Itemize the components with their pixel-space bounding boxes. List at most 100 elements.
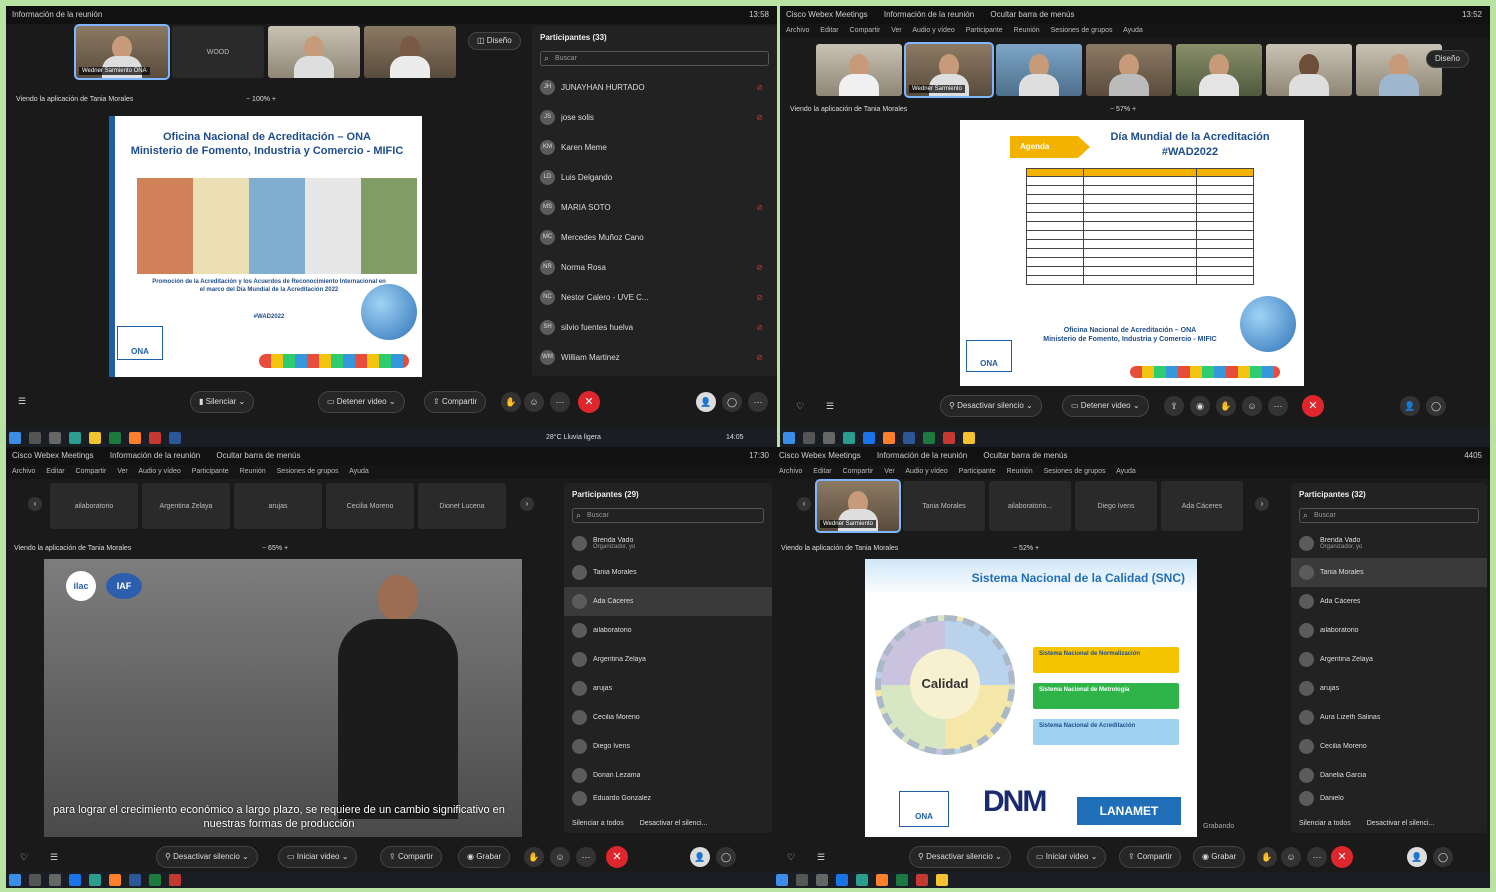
mute-button[interactable]: ▮ Silenciar ⌄ <box>190 391 255 413</box>
share-button[interactable]: ⇪ Compartir <box>380 846 443 868</box>
participant-row[interactable]: Diego Ivens <box>564 732 772 761</box>
mute-all-button[interactable]: Silenciar a todos <box>1299 820 1351 827</box>
reactions-icon[interactable]: ☺ <box>550 847 570 867</box>
menu-ayuda[interactable]: Ayuda <box>1116 468 1136 475</box>
zoom-control[interactable]: − 52% + <box>1013 545 1039 552</box>
edge-icon[interactable] <box>88 874 101 886</box>
participant-row[interactable]: Ada Cáceres <box>1291 587 1487 616</box>
record-button[interactable]: ◉ Grabar <box>1193 846 1246 868</box>
zoom-in-icon[interactable]: + <box>1033 545 1039 552</box>
menu-audio-video[interactable]: Audio y vídeo <box>138 468 180 475</box>
menu-reunion[interactable]: Reunión <box>1007 468 1033 475</box>
webex-icon[interactable] <box>108 874 121 886</box>
design-button[interactable]: ◫ Diseño <box>468 32 521 50</box>
meeting-info-tab[interactable]: Información de la reunión <box>12 10 102 19</box>
excel-icon[interactable] <box>148 874 161 886</box>
participant-row[interactable]: JH JUNAYHAN HURTADO ⊘ <box>532 72 777 102</box>
zoom-in-icon[interactable]: + <box>270 96 276 103</box>
participant-row[interactable]: MS MARIA SOTO ⊘ <box>532 192 777 222</box>
more-options-icon[interactable]: ⋯ <box>550 392 570 412</box>
video-thumbnail[interactable]: Argentina Zelaya <box>142 483 230 529</box>
participant-row[interactable]: arujas <box>564 674 772 703</box>
stop-video-button[interactable]: ▭ Detener video ⌄ <box>1062 395 1149 417</box>
participant-row[interactable]: Brenda Vado Organizador, yo <box>1291 529 1487 558</box>
unmute-button[interactable]: ⚲ Desactivar silencio ⌄ <box>940 395 1042 417</box>
powerpoint-icon[interactable] <box>915 874 928 886</box>
windows-start-icon[interactable] <box>9 874 21 886</box>
task-view-icon[interactable] <box>822 432 835 444</box>
more-panels-icon[interactable]: ⋯ <box>748 392 768 412</box>
windows-start-icon[interactable] <box>783 432 795 444</box>
menu-ayuda[interactable]: Ayuda <box>349 468 369 475</box>
layout-icon[interactable]: ♡ <box>790 396 810 416</box>
video-thumbnail[interactable]: Cecilia Moreno <box>326 483 414 529</box>
powerpoint-icon[interactable] <box>942 432 955 444</box>
mute-all-button[interactable]: Silenciar a todos <box>572 820 624 827</box>
hide-menu-tab[interactable]: Ocultar barra de menús <box>990 10 1074 19</box>
menu-ver[interactable]: Ver <box>884 468 895 475</box>
raise-hand-icon[interactable]: ✋ <box>1257 847 1277 867</box>
chat-icon[interactable]: ◯ <box>1426 396 1446 416</box>
menu-ver[interactable]: Ver <box>117 468 128 475</box>
excel-icon[interactable] <box>108 432 121 444</box>
participant-row[interactable]: Brenda Vado Organizador, yo <box>564 529 772 558</box>
menu-archivo[interactable]: Archivo <box>786 27 809 34</box>
menu-icon[interactable]: ☰ <box>44 847 64 867</box>
task-view-icon[interactable] <box>48 432 61 444</box>
zoom-control[interactable]: − 65% + <box>262 545 288 552</box>
zoom-in-icon[interactable]: + <box>1130 106 1136 113</box>
webex-icon[interactable] <box>128 432 141 444</box>
layout-icon[interactable]: ♡ <box>781 847 801 867</box>
participant-row[interactable]: NC Nestor Calero - UVE C... ⊘ <box>532 282 777 312</box>
menu-icon[interactable]: ☰ <box>820 396 840 416</box>
raise-hand-icon[interactable]: ✋ <box>524 847 544 867</box>
word-icon[interactable] <box>128 874 141 886</box>
file-explorer-icon[interactable] <box>935 874 948 886</box>
video-thumbnail[interactable]: arujas <box>234 483 322 529</box>
chrome-icon[interactable] <box>68 874 81 886</box>
menu-editar[interactable]: Editar <box>46 468 64 475</box>
powerpoint-icon[interactable] <box>168 874 181 886</box>
video-thumbnail[interactable]: Ada Cáceres <box>1161 481 1243 531</box>
participant-row[interactable]: Dorian Lezama <box>564 761 772 790</box>
zoom-control[interactable]: − 100% + <box>246 96 276 103</box>
end-call-button[interactable]: ✕ <box>578 391 600 413</box>
participant-row[interactable]: MC Mercedes Muñoz Cano <box>532 222 777 252</box>
search-icon[interactable] <box>28 874 41 886</box>
stop-video-button[interactable]: ▭ Detener video ⌄ <box>318 391 405 413</box>
excel-icon[interactable] <box>895 874 908 886</box>
end-call-button[interactable]: ✕ <box>606 846 628 868</box>
hide-menu-tab[interactable]: Ocultar barra de menús <box>983 451 1067 460</box>
menu-editar[interactable]: Editar <box>813 468 831 475</box>
participants-icon[interactable]: 👤 <box>1400 396 1420 416</box>
share-button[interactable]: ⇪ Compartir <box>1119 846 1182 868</box>
menu-archivo[interactable]: Archivo <box>779 468 802 475</box>
menu-reunion[interactable]: Reunión <box>1014 27 1040 34</box>
menu-sesiones[interactable]: Sesiones de grupos <box>277 468 339 475</box>
menu-participante[interactable]: Participante <box>959 468 996 475</box>
more-options-icon[interactable]: ⋯ <box>1307 847 1327 867</box>
file-explorer-icon[interactable] <box>88 432 101 444</box>
start-video-button[interactable]: ▭ Iniciar video ⌄ <box>278 846 358 868</box>
participant-row[interactable]: Argentina Zelaya <box>564 645 772 674</box>
menu-ayuda[interactable]: Ayuda <box>1123 27 1143 34</box>
webex-icon[interactable] <box>875 874 888 886</box>
unmute-button[interactable]: ⚲ Desactivar silencio ⌄ <box>156 846 258 868</box>
menu-participante[interactable]: Participante <box>966 27 1003 34</box>
participants-icon[interactable]: 👤 <box>1407 847 1427 867</box>
layout-icon[interactable]: ♡ <box>14 847 34 867</box>
video-thumbnail[interactable]: Tania Morales <box>903 481 985 531</box>
zoom-in-icon[interactable]: + <box>282 545 288 552</box>
file-explorer-icon[interactable] <box>962 432 975 444</box>
windows-start-icon[interactable] <box>776 874 788 886</box>
participant-row[interactable]: ailaboratorio <box>1291 616 1487 645</box>
reactions-icon[interactable]: ☺ <box>524 392 544 412</box>
record-button[interactable]: ◉ Grabar <box>458 846 511 868</box>
chrome-icon[interactable] <box>835 874 848 886</box>
chat-icon[interactable]: ◯ <box>1433 847 1453 867</box>
end-call-button[interactable]: ✕ <box>1302 395 1324 417</box>
participant-row[interactable]: Tania Morales <box>1291 558 1487 587</box>
menu-reunion[interactable]: Reunión <box>240 468 266 475</box>
meeting-info-tab[interactable]: Información de la reunión <box>110 451 200 460</box>
participant-row[interactable]: Ada Cáceres <box>564 587 772 616</box>
